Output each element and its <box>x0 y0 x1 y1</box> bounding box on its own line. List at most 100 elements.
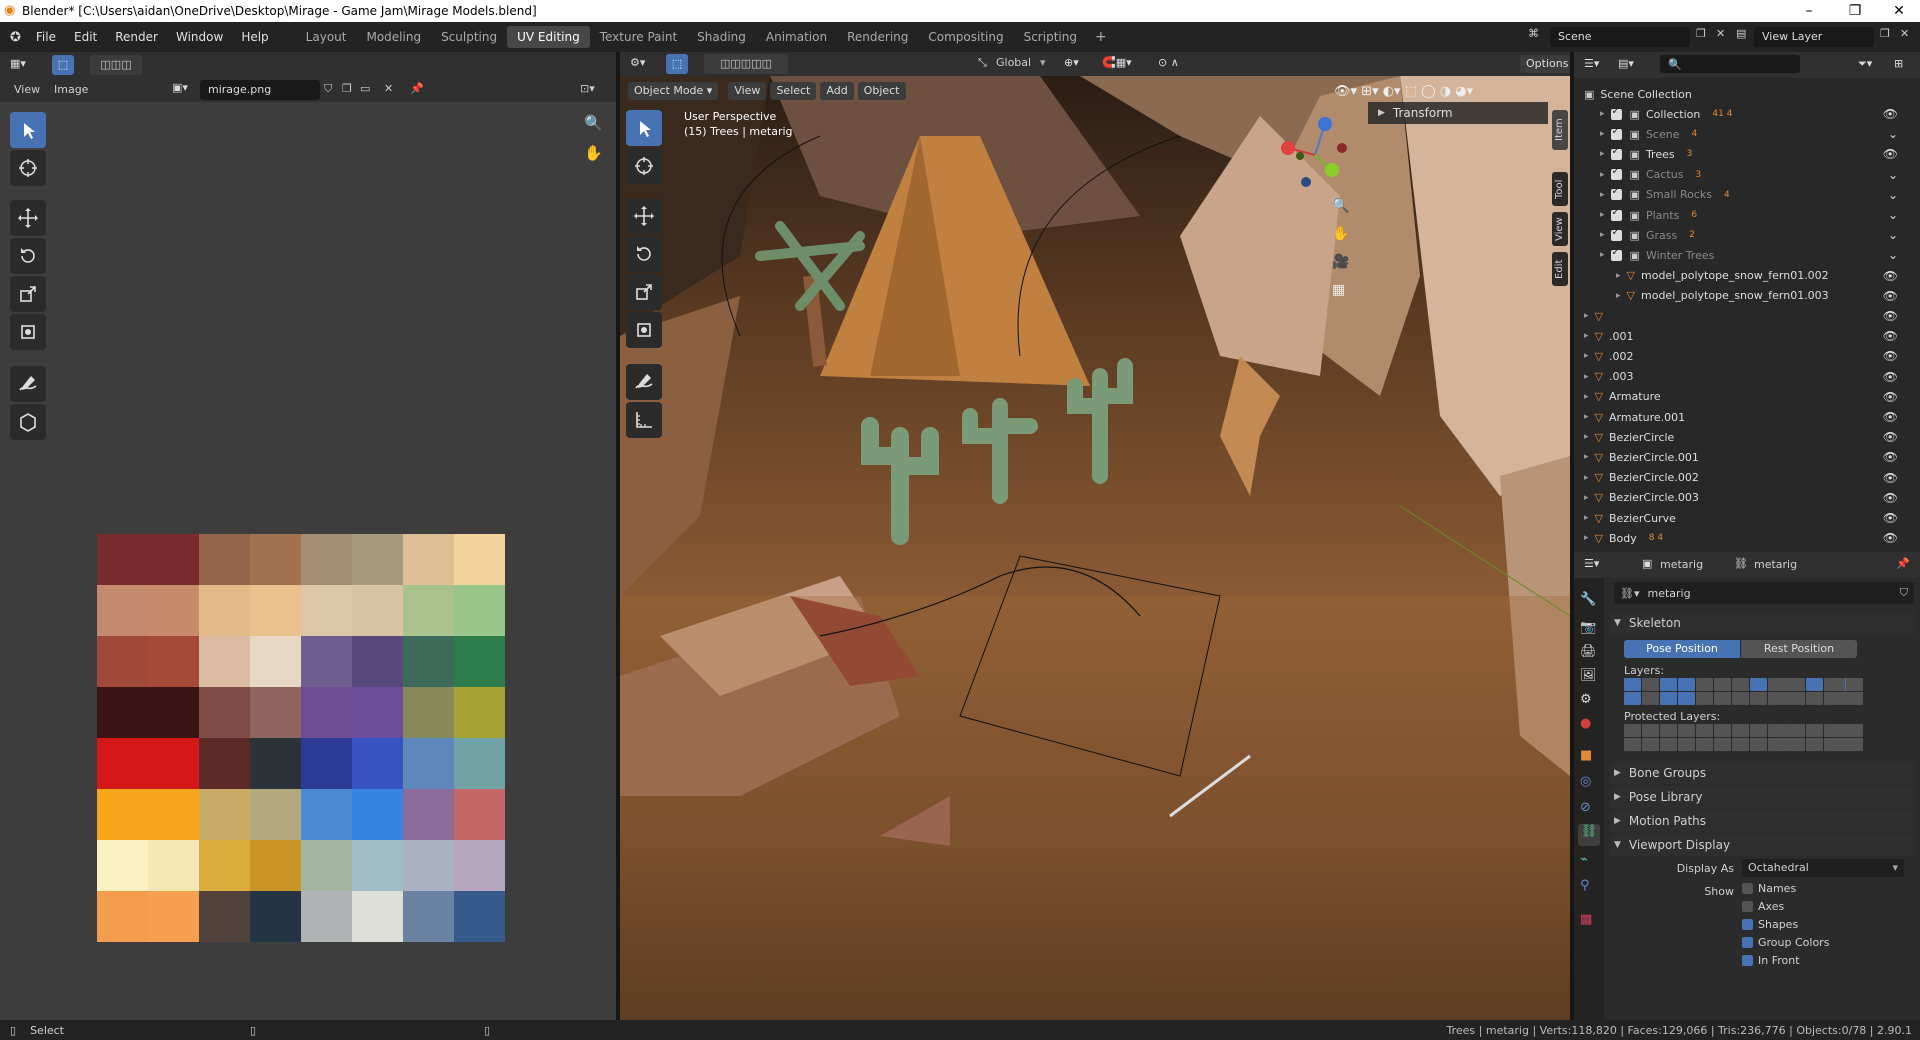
sidebar-tab-item[interactable]: Item <box>1552 110 1568 150</box>
disclosure-arrow-icon[interactable]: ▸ <box>1584 432 1589 442</box>
outliner-row[interactable]: ▸ ▽ BezierCircle.002 👁 <box>1574 468 1904 488</box>
uv-image-palette[interactable] <box>97 534 505 942</box>
vp-tool-scale[interactable] <box>626 274 662 310</box>
pin-icon[interactable]: 📌 <box>1896 557 1910 570</box>
outliner-row[interactable]: ▸ ▣ Scene 4 ⌄ <box>1574 124 1904 144</box>
vp-tool-annotate[interactable] <box>626 364 662 400</box>
physics-tab-icon[interactable]: ◎ <box>1580 774 1600 794</box>
exclude-checkbox[interactable] <box>1610 247 1622 261</box>
visibility-eye-icon[interactable]: 👁 <box>1883 309 1898 323</box>
visibility-eye-icon[interactable]: 👁 <box>1883 471 1898 485</box>
disclosure-arrow-icon[interactable]: ▸ <box>1600 170 1605 180</box>
layers-grid-1[interactable] <box>1624 678 1713 705</box>
outliner-row[interactable]: ▸ ▽ Armature.001 👁 <box>1574 407 1904 427</box>
outliner-row[interactable]: ▸ ▽ BezierCurve 👁 <box>1574 508 1904 528</box>
disclosure-arrow-icon[interactable]: ▸ <box>1600 149 1605 159</box>
open-image-icon[interactable]: ▭ <box>360 82 370 95</box>
visibility-eye-icon[interactable]: 👁 <box>1883 329 1898 343</box>
disclosure-arrow-icon[interactable]: ▸ <box>1584 351 1589 361</box>
camera-icon[interactable]: 🎥 <box>1332 254 1349 270</box>
disclosure-arrow-icon[interactable]: ▸ <box>1600 210 1605 220</box>
outliner-row[interactable]: ▸ ▣ Collection 41 4 👁 <box>1574 104 1904 124</box>
outliner-row[interactable]: ▸ ▣ Small Rocks 4 ⌄ <box>1574 185 1904 205</box>
display-as-dropdown[interactable]: Octahedral ▾ <box>1742 859 1904 877</box>
visibility-eye-icon[interactable]: ⌄ <box>1888 188 1898 202</box>
tool-scale[interactable] <box>10 276 46 312</box>
sidebar-tab-edit[interactable]: Edit <box>1552 252 1568 286</box>
bone-constraint-tab-icon[interactable]: ⚲ <box>1580 878 1600 898</box>
proportional-edit-icon[interactable]: ⊙ ∧ <box>1158 56 1179 69</box>
outliner-row[interactable]: ▸ ▽ BezierCircle.003 👁 <box>1574 488 1904 508</box>
vp-zoom-icon[interactable]: 🔍 <box>1332 198 1349 214</box>
visibility-eye-icon[interactable]: 👁 <box>1883 410 1898 424</box>
pose-library-panel[interactable]: ▶ Pose Library <box>1610 786 1916 808</box>
vp-menu-select[interactable]: Select <box>770 82 817 100</box>
tool-select-box[interactable] <box>10 112 46 148</box>
tool-cursor[interactable] <box>10 150 46 186</box>
new-view-layer-icon[interactable]: ❐ <box>1880 27 1898 40</box>
menu-file[interactable]: File <box>27 30 65 44</box>
viewport-editor-type-icon[interactable]: ⚙▾ <box>630 56 645 69</box>
scene-field[interactable]: Scene <box>1550 27 1690 47</box>
visibility-eye-icon[interactable]: ⌄ <box>1888 248 1898 262</box>
disclosure-arrow-icon[interactable]: ▸ <box>1600 250 1605 260</box>
outliner-row[interactable]: ▸ ▽ .001 👁 <box>1574 326 1904 346</box>
view-layer-tab-icon[interactable]: 🖼 <box>1580 668 1600 688</box>
view-layer-field[interactable]: View Layer <box>1754 27 1874 47</box>
armature-data-field[interactable]: ⛓▾ metarig ⛉ <box>1614 582 1914 604</box>
texture-tab-icon[interactable]: ▩ <box>1580 912 1600 932</box>
orientation-dropdown[interactable]: Global <box>996 56 1031 69</box>
disclosure-arrow-icon[interactable]: ▸ <box>1584 452 1589 462</box>
exclude-checkbox[interactable] <box>1610 126 1622 140</box>
vp-tool-rotate[interactable] <box>626 236 662 272</box>
viewport-shading-icons[interactable]: 👁▾ ⊞▾ ◐▾ ⬚ ◯ ◑ ◕▾ <box>1334 84 1473 99</box>
tool-move[interactable] <box>10 200 46 236</box>
tab-layout[interactable]: Layout <box>296 26 357 48</box>
selection-mode-icons[interactable]: ◫◫◫ <box>90 55 142 75</box>
orientation-icon[interactable]: ⤡ <box>978 56 987 70</box>
object-tab-icon[interactable]: ■ <box>1580 748 1600 768</box>
vp-tool-measure[interactable] <box>626 402 662 438</box>
navigation-gizmo[interactable] <box>1270 110 1360 200</box>
motion-paths-panel[interactable]: ▶ Motion Paths <box>1610 810 1916 832</box>
visibility-eye-icon[interactable]: ⌄ <box>1888 228 1898 242</box>
tab-shading[interactable]: Shading <box>687 26 756 48</box>
options-dropdown[interactable]: Options <box>1520 55 1570 73</box>
show-option[interactable]: In Front <box>1742 954 1800 967</box>
minimize-icon[interactable]: – <box>1786 0 1832 22</box>
tab-scripting[interactable]: Scripting <box>1014 26 1087 48</box>
menu-render[interactable]: Render <box>106 30 167 44</box>
disclosure-arrow-icon[interactable]: ▸ <box>1584 372 1589 382</box>
vp-tool-transform[interactable] <box>626 312 662 348</box>
menu-edit[interactable]: Edit <box>65 30 106 44</box>
exclude-checkbox[interactable] <box>1610 186 1622 201</box>
tool-transform[interactable] <box>10 314 46 350</box>
tab-rendering[interactable]: Rendering <box>837 26 918 48</box>
tool-annotate[interactable] <box>10 366 46 402</box>
visibility-eye-icon[interactable]: 👁 <box>1883 430 1898 444</box>
pose-position-button[interactable]: Pose Position <box>1624 640 1740 658</box>
protected-layers-grid-1[interactable] <box>1624 724 1713 751</box>
visibility-eye-icon[interactable]: 👁 <box>1883 370 1898 384</box>
zoom-icon[interactable]: 🔍 <box>584 114 603 132</box>
show-option[interactable]: Group Colors <box>1742 936 1829 949</box>
outliner-row[interactable]: ▸ ▽ Armature 👁 <box>1574 387 1904 407</box>
scene-tab-icon[interactable]: ⚙ <box>1580 692 1600 712</box>
visibility-eye-icon[interactable]: 👁 <box>1883 289 1898 303</box>
viewport-select-icon[interactable]: ⬚ <box>666 54 688 74</box>
disclosure-arrow-icon[interactable]: ▸ <box>1600 230 1605 240</box>
maximize-icon[interactable]: ❐ <box>1832 0 1878 22</box>
visibility-eye-icon[interactable]: 👁 <box>1883 511 1898 525</box>
filter-icon[interactable]: ⏷▾ <box>1858 57 1872 71</box>
vp-tool-select[interactable] <box>626 110 662 146</box>
uv-menu-view[interactable]: View <box>14 83 40 96</box>
constraints-tab-icon[interactable]: ⊘ <box>1580 800 1600 820</box>
exclude-checkbox[interactable] <box>1610 106 1622 120</box>
visibility-eye-icon[interactable]: ⌄ <box>1888 127 1898 141</box>
menu-help[interactable]: Help <box>232 30 277 44</box>
sidebar-tab-tool[interactable]: Tool <box>1552 172 1568 206</box>
show-option-checkbox[interactable] <box>1742 901 1753 912</box>
tool-rotate[interactable] <box>10 238 46 274</box>
display-mode-icon[interactable]: ▤▾ <box>1618 57 1634 70</box>
protected-layers-grid-4[interactable] <box>1828 724 1863 751</box>
